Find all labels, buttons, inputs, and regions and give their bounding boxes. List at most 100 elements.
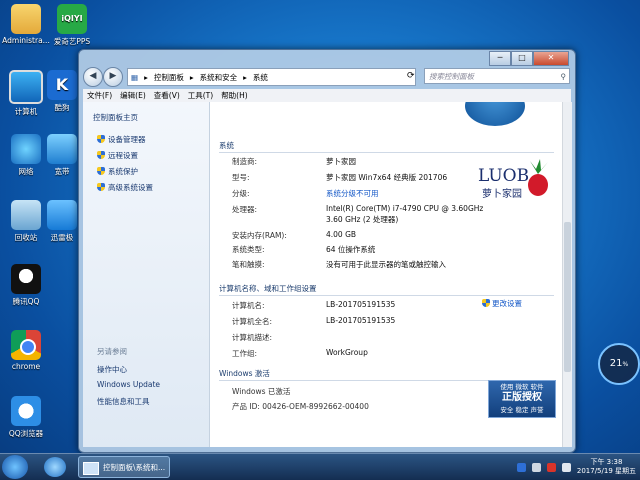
change-settings-link[interactable]: 更改设置 [482,298,522,309]
search-icon[interactable]: ⚲ [561,69,567,85]
label-pen-touch: 笔和触摸: [232,260,265,269]
taskbar-window-label: 控制面板\系统和... [103,463,166,472]
label-computer-name: 计算机名: [232,301,265,310]
kugou-icon: K [47,70,77,100]
change-settings-label: 更改设置 [492,299,522,308]
genuine-badge-main: 正版授权 [502,392,542,403]
refresh-icon[interactable]: ⟳ [407,68,419,84]
luobo-logo-text: LUOB [478,166,529,186]
sidebar-item-system-protection[interactable]: 系统保护 [97,166,138,177]
taskbar-window-control-panel[interactable]: 控制面板\系统和... [78,456,170,478]
desktop-icon-label: 爱奇艺PPS [53,37,91,46]
menu-view[interactable]: 查看(V) [150,90,184,101]
sidebar-item-advanced-settings[interactable]: 高级系统设置 [97,182,153,193]
close-button[interactable]: ✕ [533,51,569,66]
taskbar: 控制面板\系统和... 下午 3:38 2017/5/19 星期五 [0,453,640,480]
desktop-icon-iqiyi[interactable]: iQIYI 爱奇艺PPS [46,4,98,47]
desktop-icon-label: 腾讯QQ [12,297,40,306]
label-manufacturer: 制造商: [232,157,258,166]
desktop-icon-kugou[interactable]: K 酷狗 [44,70,80,113]
value-workgroup: WorkGroup [326,348,368,357]
sidebar-item-remote-settings[interactable]: 远程设置 [97,150,138,161]
value-processor-speed: 3.60 GHz (2 处理器) [326,215,399,224]
desktop-icon-broadband[interactable]: 宽带 [44,134,80,177]
computer-icon [9,70,43,104]
menu-tools[interactable]: 工具(T) [184,90,217,101]
action-center-icon[interactable] [546,462,556,472]
label-ram: 安装内存(RAM): [232,231,287,240]
desktop-icon-thunder[interactable]: 迅雷极 [44,200,80,243]
sidebar-item-action-center[interactable]: 操作中心 [97,364,127,375]
network-speed-gauge[interactable]: 21% [598,343,640,385]
gauge-value: 21 [609,358,623,369]
luobo-logo: LUOB 萝卜家园 [478,157,552,203]
sidebar: 控制面板主页 设备管理器 远程设置 系统保护 高级系统设置 另请参阅 操作中心 … [83,102,210,447]
menu-edit[interactable]: 编辑(E) [116,90,150,101]
divider [219,295,554,296]
back-button[interactable]: ◀ [83,67,103,87]
system-tray: 下午 3:38 2017/5/19 星期五 [516,456,636,478]
forward-button[interactable]: ▶ [103,67,123,87]
desktop-icon-chrome[interactable]: chrome [0,330,52,371]
window-controls: ─ □ ✕ [489,51,569,66]
minimize-button[interactable]: ─ [489,51,511,66]
clock[interactable]: 下午 3:38 2017/5/19 星期五 [577,458,636,476]
sidebar-item-windows-update[interactable]: Windows Update [97,380,160,389]
section-title-computer: 计算机名称、域和工作组设置 [219,284,317,293]
gauge-unit: % [622,361,629,368]
recycle-bin-icon [11,200,41,230]
sidebar-item-device-manager[interactable]: 设备管理器 [97,134,146,145]
clock-time: 下午 3:38 [590,458,623,466]
section-title-activation: Windows 激活 [219,369,270,378]
see-also-title: 另请参阅 [97,347,127,356]
shield-icon [97,151,105,159]
ie-icon[interactable] [44,457,66,477]
breadcrumb-system-security[interactable]: 系统和安全 [197,72,241,83]
network-icon[interactable] [531,462,541,472]
control-panel-window: ─ □ ✕ ◀ ▶ ▦ ▸ 控制面板 ▸ 系统和安全 ▸ 系统 ⟳ 搜索控制面板… [78,49,576,453]
product-id: 产品 ID: 00426-OEM-8992662-00400 [232,402,369,411]
value-ram: 4.00 GB [326,230,357,239]
volume-icon[interactable] [561,462,571,472]
desktop-icon-qq[interactable]: 腾讯QQ [0,264,52,307]
sidebar-item-performance[interactable]: 性能信息和工具 [97,396,150,407]
shield-icon [97,135,105,143]
breadcrumb-control-panel[interactable]: 控制面板 [151,72,187,83]
desktop-icon-label: 宽带 [54,167,70,176]
desktop-icon-label: 迅雷极 [50,233,74,242]
value-model: 萝卜家园 Win7x64 经典版 201706 [326,173,448,182]
vertical-scrollbar[interactable] [562,102,572,447]
address-bar[interactable]: ▦ ▸ 控制面板 ▸ 系统和安全 ▸ 系统 [127,68,416,86]
address-separator: ▸ [243,72,247,82]
clock-date: 2017/5/19 星期五 [576,467,636,475]
label-full-name: 计算机全名: [232,317,273,326]
sidebar-item-label: 高级系统设置 [108,183,153,192]
label-rating: 分级: [232,189,250,198]
search-input[interactable]: 搜索控制面板 ⚲ [424,68,570,84]
sidebar-item-label: 远程设置 [108,151,138,160]
desktop-icon-label: 酷狗 [54,103,70,112]
sidebar-item-label: 系统保护 [108,167,138,176]
divider [219,152,554,153]
label-workgroup: 工作组: [232,349,258,358]
section-title-system: 系统 [219,141,234,150]
network-icon [11,134,41,164]
genuine-badge-bottom: 安全 稳定 声誉 [500,406,544,414]
thunder-icon [47,200,77,230]
search-placeholder: 搜索控制面板 [429,72,474,81]
shield-icon[interactable] [516,462,526,472]
label-model: 型号: [232,173,250,182]
menu-help[interactable]: 帮助(H) [217,90,252,101]
sidebar-control-panel-home[interactable]: 控制面板主页 [93,112,138,123]
label-processor: 处理器: [232,205,258,214]
maximize-button[interactable]: □ [511,51,533,66]
desktop-icon-qq-browser[interactable]: QQ浏览器 [0,396,52,439]
menu-file[interactable]: 文件(F) [83,90,116,101]
rating-link[interactable]: 系统分级不可用 [326,188,379,199]
start-button[interactable] [2,455,28,479]
desktop-icon-administrator[interactable]: Administra... [0,4,52,45]
genuine-badge[interactable]: 使用 微软 软件 正版授权 安全 稳定 声誉 [488,380,556,418]
breadcrumb-system[interactable]: 系统 [250,72,271,83]
windows-logo [465,102,525,126]
scrollbar-thumb[interactable] [564,222,571,372]
